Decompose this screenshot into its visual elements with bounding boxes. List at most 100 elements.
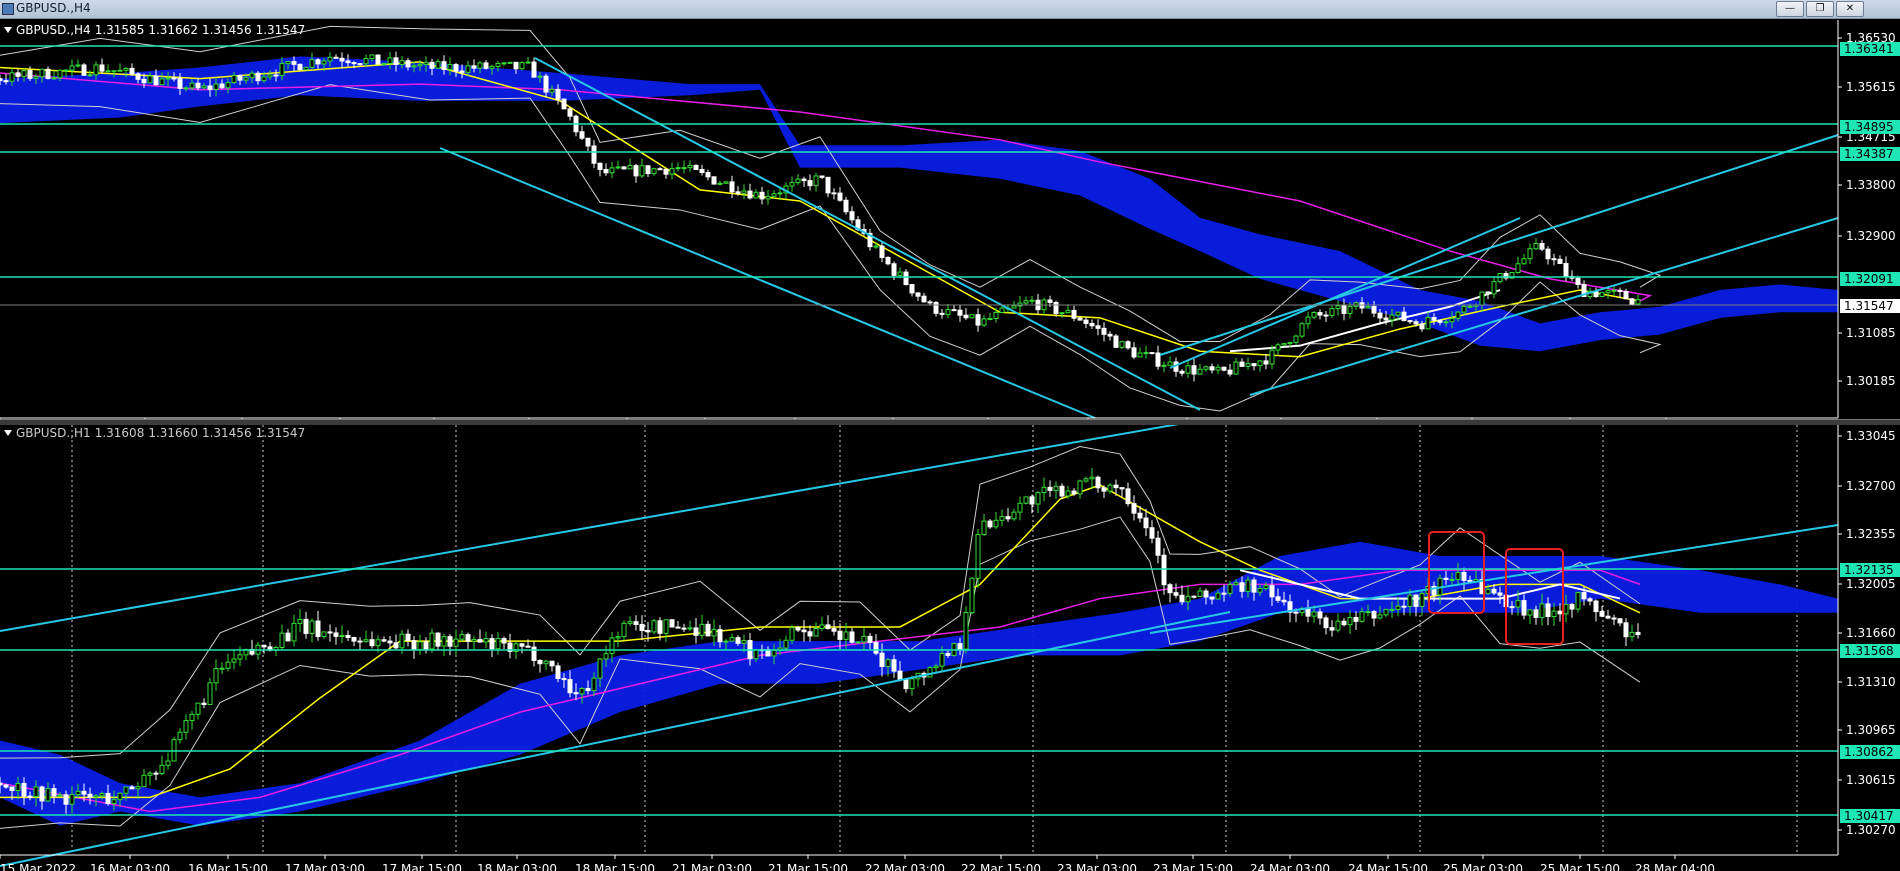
- candle-body: [423, 61, 429, 65]
- candle-body: [27, 70, 33, 79]
- collapse-triangle-icon[interactable]: [4, 430, 12, 436]
- candle-body: [951, 309, 957, 312]
- candle-body: [891, 263, 897, 276]
- candle-body: [1197, 368, 1203, 375]
- h1-close: 1.31547: [255, 426, 306, 440]
- level-price-label: 1.34387: [1844, 147, 1894, 161]
- h4-price-chart[interactable]: 1.365301.356151.347151.338001.329001.310…: [0, 20, 1900, 419]
- candle-body: [633, 621, 639, 625]
- candle-body: [1011, 305, 1017, 309]
- chart-pane-h4[interactable]: 1.36530 1.35615 1.34715 1.33800 1.32900 1.310…: [0, 20, 1900, 419]
- h1-price-chart[interactable]: 1.33045 1.32700 1.32355 1.32005 1.31660 1.313…: [0, 425, 1900, 871]
- candle-body: [123, 786, 129, 794]
- candle-body: [165, 760, 171, 766]
- candle-body: [849, 211, 855, 221]
- candle-body: [1221, 592, 1227, 595]
- candle-body: [1149, 527, 1155, 539]
- candle-body: [375, 54, 381, 65]
- trendline[interactable]: [0, 425, 1230, 632]
- candle-body: [705, 623, 711, 637]
- collapse-triangle-icon[interactable]: [4, 27, 12, 33]
- candle-body: [1275, 344, 1281, 351]
- candle-body: [1575, 592, 1581, 610]
- candle-body: [99, 64, 105, 72]
- candle-body: [177, 77, 183, 89]
- h4-close: 1.31547: [255, 23, 306, 37]
- candle-body: [1491, 588, 1497, 594]
- candle-body: [471, 65, 477, 69]
- candle-body: [93, 795, 99, 798]
- candle-body: [1629, 298, 1635, 305]
- candle-body: [1143, 352, 1149, 355]
- candle-body: [1071, 490, 1077, 495]
- candle-body: [681, 627, 687, 630]
- candle-body: [165, 77, 171, 80]
- candle-body: [609, 167, 615, 174]
- candle-body: [621, 622, 627, 638]
- minimize-button[interactable]: —: [1776, 1, 1804, 17]
- candle-body: [561, 98, 567, 110]
- candle-body: [657, 620, 663, 634]
- candle-body: [57, 794, 63, 797]
- candle-body: [1005, 516, 1011, 520]
- candle-body: [411, 640, 417, 651]
- candle-body: [1239, 582, 1245, 592]
- maximize-button[interactable]: ❐: [1806, 1, 1834, 17]
- candle-body: [1119, 341, 1125, 348]
- candle-body: [1059, 485, 1065, 497]
- trendline[interactable]: [534, 57, 1201, 411]
- candle-body: [981, 520, 987, 535]
- candle-body: [201, 702, 207, 706]
- candle-body: [1467, 305, 1473, 308]
- candle-body: [1521, 258, 1527, 265]
- candle-body: [693, 627, 699, 636]
- candle-body: [1557, 258, 1563, 264]
- candle-body: [699, 623, 705, 636]
- time-tick-label: 23 Mar 03:00: [1057, 862, 1137, 871]
- candle-body: [1539, 603, 1545, 618]
- candle-body: [813, 627, 819, 637]
- candle-body: [651, 168, 657, 175]
- trendline[interactable]: [439, 147, 1096, 419]
- candle-body: [1611, 289, 1617, 292]
- candle-body: [63, 69, 69, 72]
- level-price-label: 1.32135: [1844, 563, 1894, 577]
- candle-body: [675, 626, 681, 629]
- candle-body: [1623, 622, 1629, 638]
- candle-body: [927, 667, 933, 678]
- candle-body: [753, 649, 759, 660]
- candle-body: [381, 62, 387, 65]
- candle-body: [1425, 316, 1431, 330]
- candle-body: [33, 76, 39, 79]
- candle-body: [1131, 347, 1137, 358]
- candle-body: [1521, 600, 1527, 616]
- candle-body: [921, 295, 927, 303]
- candle-body: [429, 632, 435, 650]
- candle-body: [333, 632, 339, 637]
- candle-body: [1125, 341, 1131, 349]
- time-tick-label: 18 Mar 15:00: [575, 862, 655, 871]
- candle-body: [405, 633, 411, 642]
- candle-body: [801, 178, 807, 182]
- candle-body: [117, 792, 123, 801]
- candle-body: [159, 764, 165, 775]
- candle-body: [459, 634, 465, 640]
- candle-body: [879, 652, 885, 667]
- candle-body: [261, 76, 267, 82]
- candle-body: [1023, 300, 1029, 304]
- candle-body: [219, 83, 225, 89]
- window-titlebar[interactable]: GBPUSD.,H4 — ❐ ✕: [0, 0, 1900, 19]
- candle-body: [939, 652, 945, 667]
- chart-pane-h1[interactable]: 1.33045 1.32700 1.32355 1.32005 1.31660 1.313…: [0, 425, 1900, 871]
- level-price-label: 1.34895: [1844, 120, 1894, 134]
- candle-body: [1455, 571, 1461, 580]
- candle-body: [105, 70, 111, 73]
- candle-body: [447, 636, 453, 647]
- candle-body: [753, 191, 759, 199]
- candle-body: [603, 168, 609, 174]
- candle-body: [387, 640, 393, 644]
- candle-body: [225, 82, 231, 89]
- candle-body: [1329, 627, 1335, 631]
- close-button[interactable]: ✕: [1836, 1, 1864, 17]
- candle-body: [597, 658, 603, 679]
